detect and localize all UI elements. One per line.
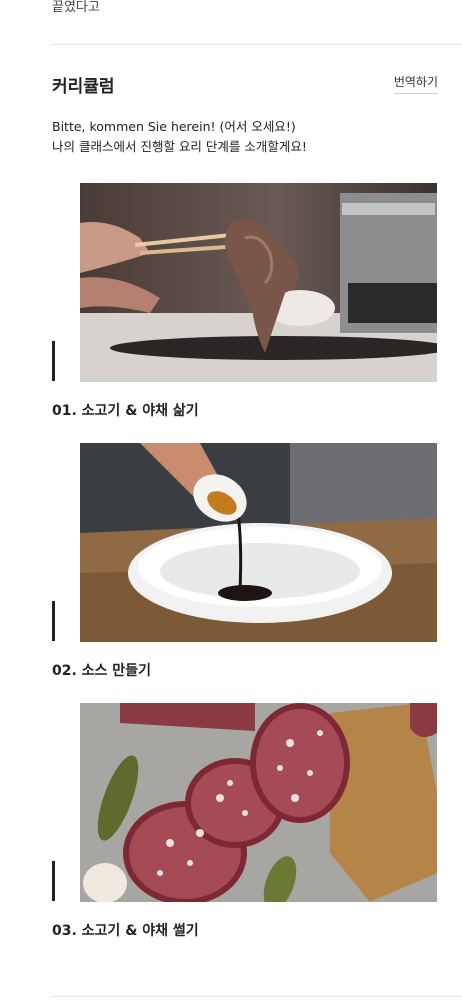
curriculum-step-3: 03. 소고기 & 야채 썰기 bbox=[52, 703, 442, 943]
step-1-photo bbox=[80, 183, 437, 382]
section-divider-top bbox=[52, 44, 462, 45]
curriculum-page: 끝였다고 커리큘럼 번역하기 Bitte, kommen Sie herein!… bbox=[0, 0, 462, 1002]
curriculum-title: 커리큘럼 bbox=[52, 77, 115, 97]
translate-button[interactable]: 번역하기 bbox=[393, 73, 438, 94]
curriculum-intro: Bitte, kommen Sie herein! (어서 오세요!) 나의 클… bbox=[52, 117, 442, 157]
curriculum-step-2: 02. 소스 만들기 bbox=[52, 443, 442, 683]
step-2-caption: 02. 소스 만들기 bbox=[52, 663, 151, 679]
salami-image bbox=[80, 703, 437, 902]
section-divider-bottom bbox=[52, 996, 462, 997]
chopsticks-beef-image bbox=[80, 183, 437, 382]
previous-section-text: 끝였다고 bbox=[52, 0, 100, 15]
step-marker-bar bbox=[52, 341, 55, 381]
sauce-bowl-image bbox=[80, 443, 437, 642]
curriculum-step-1: 01. 소고기 & 야채 삶기 bbox=[52, 183, 442, 423]
step-3-photo bbox=[80, 703, 437, 902]
step-marker-bar bbox=[52, 861, 55, 901]
intro-line-2: 나의 클래스에서 진행할 요리 단계를 소개할게요! bbox=[52, 139, 307, 154]
step-3-caption: 03. 소고기 & 야채 썰기 bbox=[52, 923, 199, 939]
step-2-photo bbox=[80, 443, 437, 642]
intro-line-1: Bitte, kommen Sie herein! (어서 오세요!) bbox=[52, 119, 296, 134]
step-marker-bar bbox=[52, 601, 55, 641]
step-1-caption: 01. 소고기 & 야채 삶기 bbox=[52, 403, 199, 419]
curriculum-header: 커리큘럼 번역하기 bbox=[52, 70, 438, 98]
